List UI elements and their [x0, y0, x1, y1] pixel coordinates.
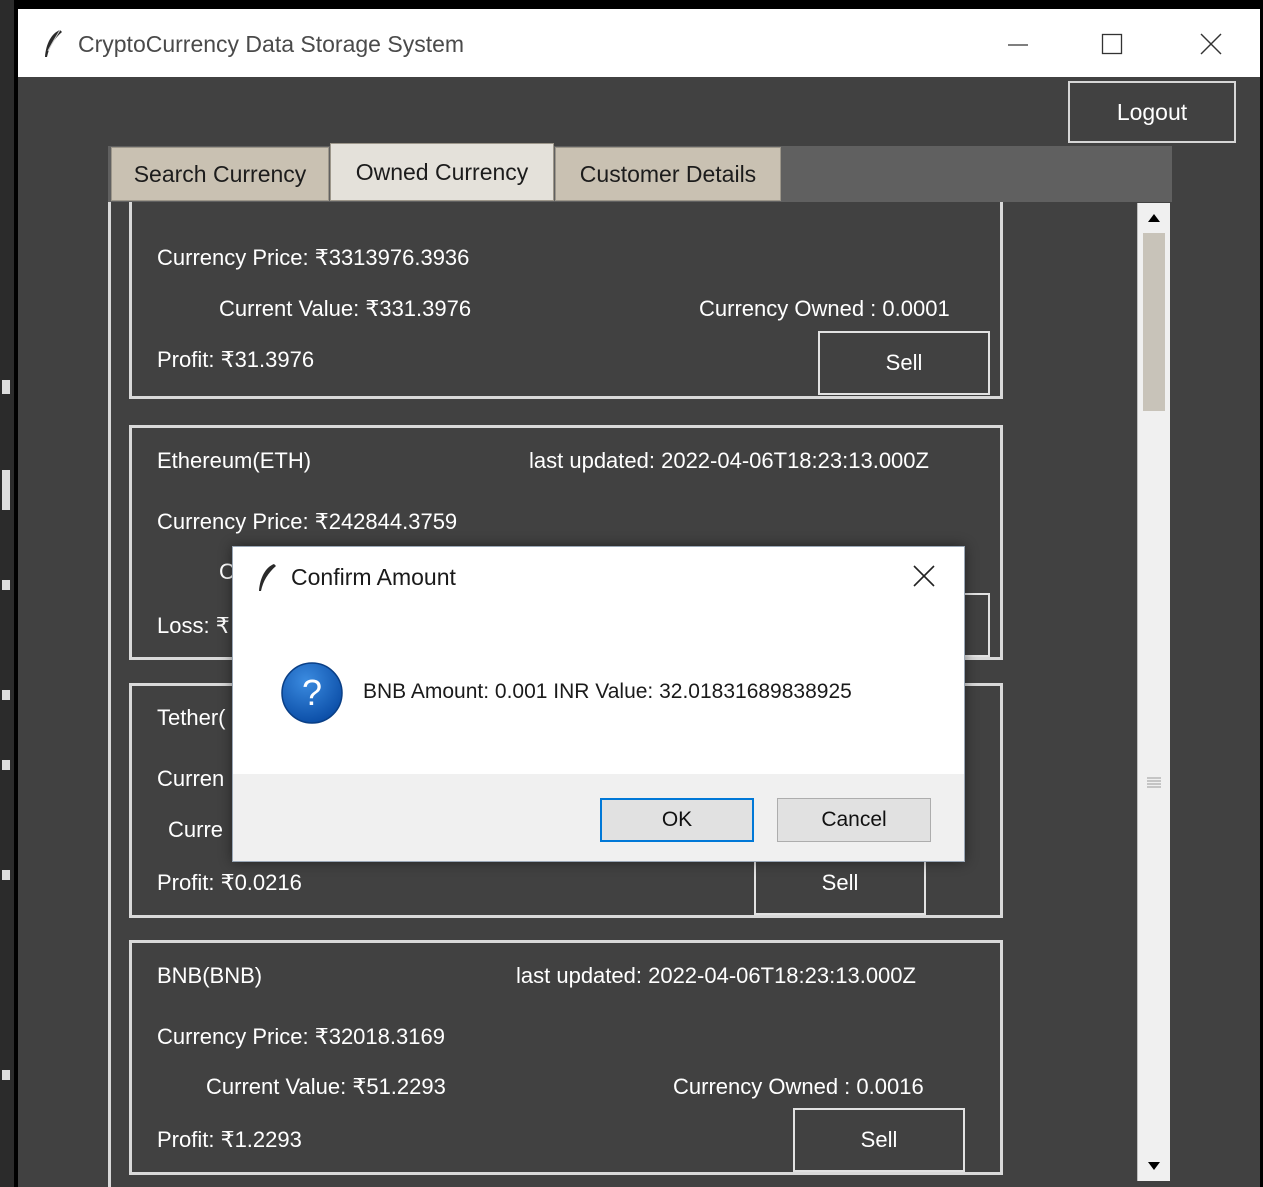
close-icon — [1200, 33, 1222, 55]
arrow-up-icon — [1148, 214, 1160, 222]
loss-value: Loss: ₹ — [157, 613, 230, 638]
svg-text:?: ? — [302, 672, 322, 713]
scroll-up-button[interactable] — [1138, 203, 1170, 233]
scroll-thumb[interactable] — [1143, 233, 1165, 411]
currency-name: Tether( — [157, 705, 226, 730]
last-updated: last updated: 2022-04-06T18:23:13.000Z — [516, 963, 916, 988]
maximize-button[interactable] — [1065, 9, 1161, 77]
sell-button[interactable]: Sell — [793, 1108, 965, 1172]
currency-owned: Currency Owned : 0.0001 — [699, 296, 950, 321]
arrow-down-icon — [1148, 1162, 1160, 1170]
current-value: Current Value: ₹51.2293 — [206, 1074, 446, 1099]
scroll-grip-icon — [1147, 777, 1161, 788]
scroll-down-button[interactable] — [1138, 1151, 1170, 1181]
last-updated: last updated: 2022-04-06T18:23:13.000Z — [529, 448, 929, 473]
dialog-footer: OK Cancel — [233, 774, 964, 861]
tab-search-currency[interactable]: Search Currency — [111, 147, 329, 201]
currency-price: Currency Price: ₹3313976.3936 — [157, 245, 470, 270]
minimize-icon — [1008, 44, 1028, 46]
currency-name: Ethereum(ETH) — [157, 448, 312, 473]
window-title: CryptoCurrency Data Storage System — [78, 31, 465, 57]
vertical-scrollbar[interactable] — [1137, 203, 1170, 1181]
close-icon[interactable] — [913, 565, 935, 587]
minimize-button[interactable] — [971, 9, 1067, 77]
dialog-message: BNB Amount: 0.001 INR Value: 32.01831689… — [363, 680, 852, 703]
logout-button[interactable]: Logout — [1068, 81, 1236, 143]
close-button[interactable] — [1164, 9, 1260, 77]
profit-value: Profit: ₹0.0216 — [157, 870, 302, 895]
current-value: Current Value: ₹331.3976 — [219, 296, 472, 321]
feather-icon — [259, 564, 276, 591]
currency-card: BNB(BNB) last updated: 2022-04-06T18:23:… — [129, 940, 1003, 1175]
profit-value: Profit: ₹1.2293 — [157, 1127, 302, 1152]
current-value: Curre — [168, 817, 224, 842]
feather-icon — [45, 29, 62, 57]
dialog-title: Confirm Amount — [291, 564, 456, 590]
title-bar: CryptoCurrency Data Storage System — [18, 9, 1260, 77]
tab-customer-details[interactable]: Customer Details — [555, 147, 781, 201]
currency-name: BNB(BNB) — [157, 963, 263, 988]
tab-owned-currency[interactable]: Owned Currency — [330, 143, 554, 201]
currency-price: Currency Price: ₹32018.3169 — [157, 1024, 445, 1049]
cancel-button[interactable]: Cancel — [777, 798, 931, 842]
currency-owned: Currency Owned : 0.0016 — [673, 1074, 924, 1099]
currency-price: Curren — [157, 766, 225, 791]
currency-price: Currency Price: ₹242844.3759 — [157, 509, 458, 534]
currency-card: Currency Price: ₹3313976.3936 Current Va… — [129, 202, 1003, 399]
sell-button[interactable]: Sell — [818, 331, 990, 395]
profit-value: Profit: ₹31.3976 — [157, 347, 315, 372]
maximize-icon — [1101, 33, 1123, 55]
question-icon: ? — [281, 662, 343, 724]
background-desktop-strip — [0, 0, 14, 1187]
confirm-dialog: Confirm Amount ? BNB Amount: 0.001 INR V… — [232, 546, 965, 862]
ok-button[interactable]: OK — [600, 798, 754, 842]
